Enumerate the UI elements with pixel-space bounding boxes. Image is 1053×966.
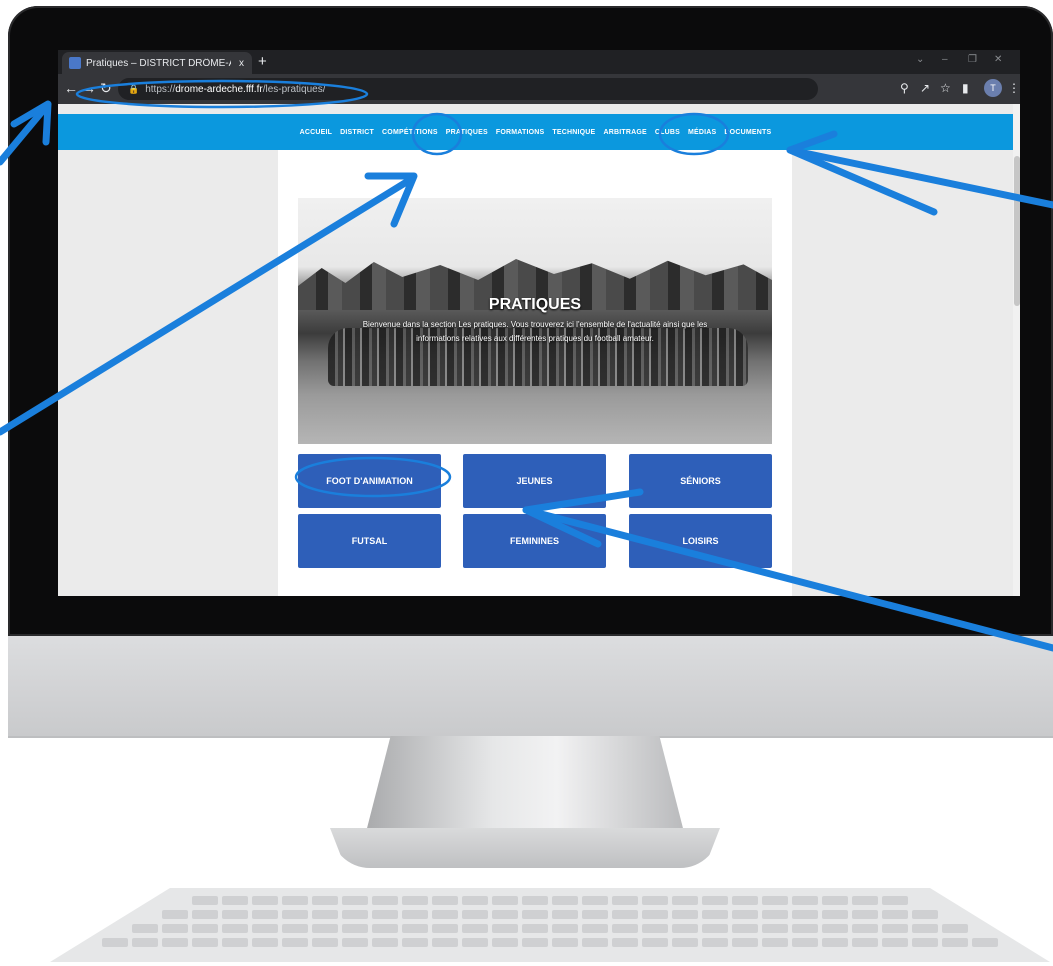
loisirs-button[interactable]: LOISIRS [629,514,772,568]
seniors-button[interactable]: SÉNIORS [629,454,772,508]
tab-strip: Pratiques – DISTRICT DRÔME-AR x + ⌄ – ❐ … [58,50,1020,74]
monitor-chin [8,636,1053,738]
browser-window: Pratiques – DISTRICT DRÔME-AR x + ⌄ – ❐ … [58,50,1020,596]
nav-clubs[interactable]: CLUBS [655,129,680,136]
futsal-button[interactable]: FUTSAL [298,514,441,568]
jeunes-button[interactable]: JEUNES [463,454,606,508]
foot-animation-button[interactable]: FOOT D'ANIMATION [298,454,441,508]
close-window-icon[interactable]: ✕ [994,54,1002,65]
keyboard-row [50,896,1050,905]
nav-documents[interactable]: DOCUMENTS [724,129,771,136]
site-favicon-icon [69,57,81,69]
browser-toolbar: ← → ↻ 🔒 https://drome-ardeche.fff.fr/les… [58,74,1020,104]
keyboard-row [50,910,1050,919]
back-arrow-icon[interactable]: ← [64,80,78,96]
profile-avatar[interactable]: T [984,79,1002,97]
nav-medias[interactable]: MÉDIAS [688,129,716,136]
lock-icon: 🔒 [128,83,140,94]
share-icon[interactable]: ↗ [920,81,930,95]
address-bar[interactable]: 🔒 https://drome-ardeche.fff.fr/les-prati… [118,78,818,100]
keyboard-row [50,938,1050,947]
tab-title: Pratiques – DISTRICT DRÔME-AR [86,57,231,69]
zoom-icon[interactable]: ⚲ [900,81,909,95]
site-navigation: ACCUEIL DISTRICT COMPÉTITIONS PRATIQUES … [58,114,1013,150]
restore-icon[interactable]: ❐ [968,54,977,65]
forward-arrow-icon[interactable]: → [82,80,96,96]
nav-competitions[interactable]: COMPÉTITIONS [382,129,438,136]
menu-kebab-icon[interactable]: ⋮ [1008,81,1020,95]
nav-technique[interactable]: TECHNIQUE [552,129,595,136]
monitor-foot [330,828,720,868]
feminines-button[interactable]: FEMININES [463,514,606,568]
hero-description: Bienvenue dans la section Les pratiques.… [362,320,708,343]
keyboard-row [50,924,1050,933]
url-path: /les-pratiques/ [262,83,326,95]
tab-close-icon[interactable]: x [239,58,244,69]
browser-tab[interactable]: Pratiques – DISTRICT DRÔME-AR x [62,52,252,74]
nav-pratiques[interactable]: PRATIQUES [446,129,488,136]
chevron-down-icon[interactable]: ⌄ [916,54,924,65]
url-host: drome-ardeche.fff.fr [175,83,263,95]
reload-icon[interactable]: ↻ [100,80,112,97]
hero-banner: PRATIQUES Bienvenue dans la section Les … [298,198,772,444]
nav-arbitrage[interactable]: ARBITRAGE [603,129,646,136]
web-page: ACCUEIL DISTRICT COMPÉTITIONS PRATIQUES … [58,104,1020,596]
bookmark-star-icon[interactable]: ☆ [940,81,951,95]
hero-title: PRATIQUES [488,296,582,313]
nav-district[interactable]: DISTRICT [340,129,374,136]
nav-formations[interactable]: FORMATIONS [496,129,545,136]
minimize-icon[interactable]: – [942,54,948,65]
scrollbar-thumb[interactable] [1014,156,1020,306]
url-prefix: https:// [145,83,176,95]
nav-accueil[interactable]: ACCUEIL [300,129,333,136]
main-content: PRATIQUES Bienvenue dans la section Les … [278,150,792,596]
monitor-stand [365,736,685,836]
side-panel-icon[interactable]: ▮ [962,81,969,95]
keyboard [50,888,1050,962]
new-tab-button[interactable]: + [258,53,267,70]
